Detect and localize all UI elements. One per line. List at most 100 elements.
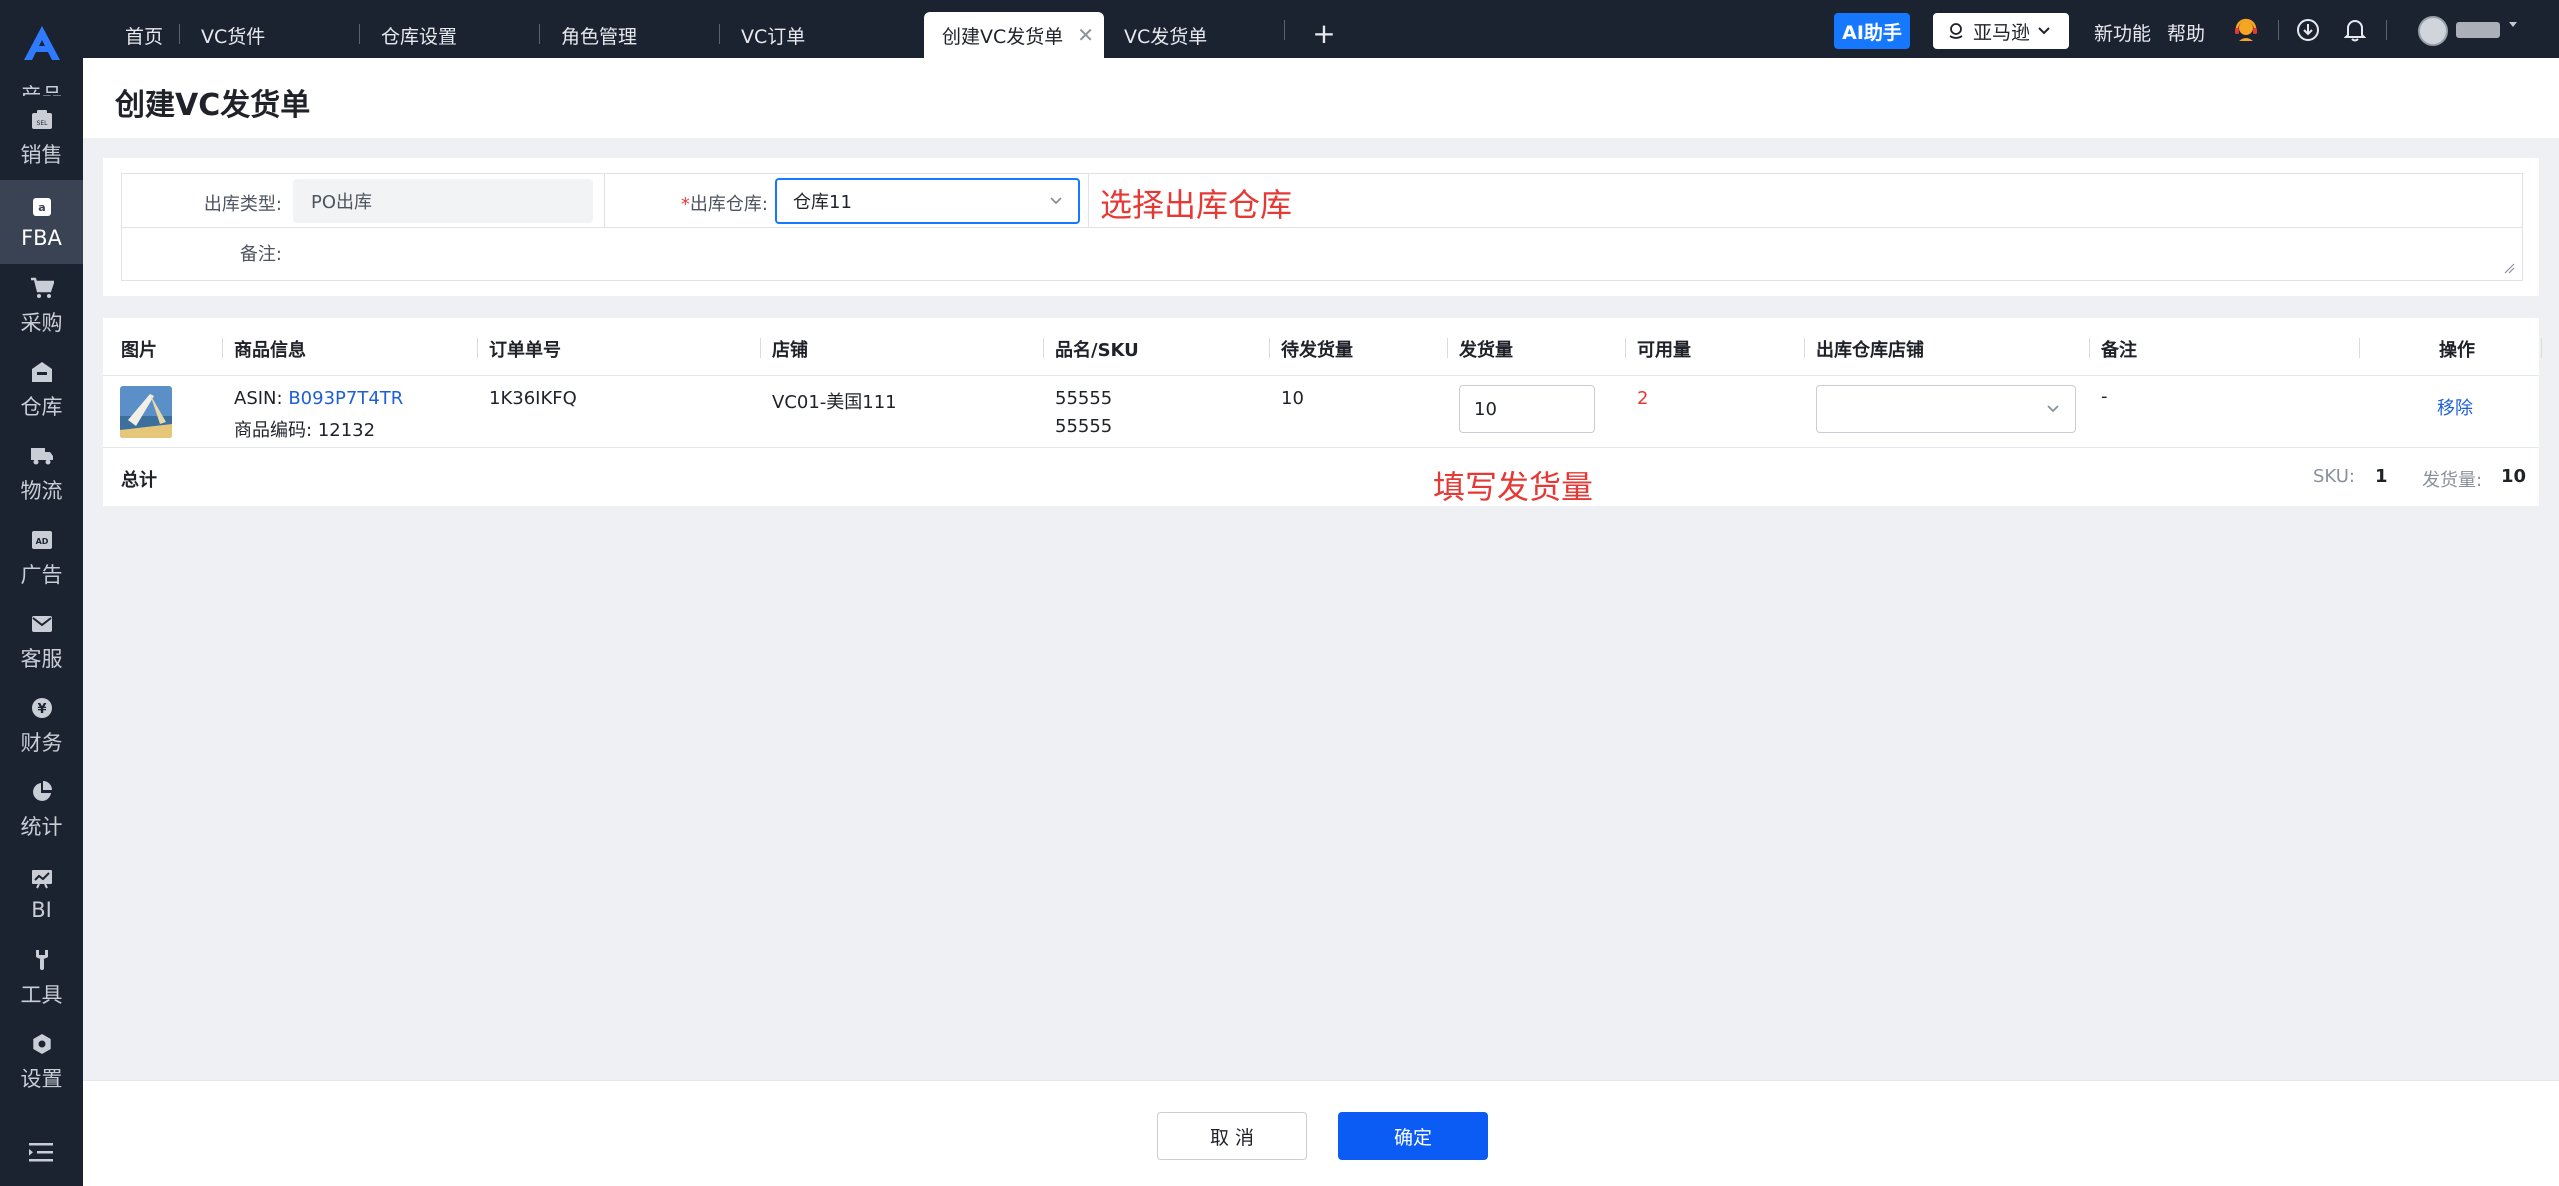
pending-qty-cell: 10 xyxy=(1281,388,1304,409)
col-store: 店铺 xyxy=(772,340,808,361)
sidebar-item-settings[interactable]: 设置 xyxy=(0,1020,83,1104)
column-divider xyxy=(1804,338,1805,358)
warehouse-icon xyxy=(29,359,55,385)
platform-select-value: 亚马逊 xyxy=(1973,21,2031,44)
sidebar-item-label: BI xyxy=(31,898,52,922)
col-image: 图片 xyxy=(121,340,157,361)
col-ship-qty: 发货量 xyxy=(1459,340,1513,361)
tab-label: VC货件 xyxy=(201,25,266,48)
out-type-value: PO出库 xyxy=(311,192,373,213)
available-qty-cell: 2 xyxy=(1637,388,1649,409)
platform-select[interactable]: 亚马逊 xyxy=(1933,13,2069,49)
tab-vc-shipment-orders[interactable]: VC发货单 xyxy=(1104,12,1284,58)
column-divider xyxy=(1447,338,1448,358)
close-icon[interactable]: ✕ xyxy=(1077,23,1094,47)
tab-vc-shipment[interactable]: VC货件 xyxy=(179,12,359,58)
username-masked[interactable] xyxy=(2456,22,2500,38)
column-divider xyxy=(2359,338,2360,358)
truck-icon xyxy=(29,443,55,469)
sidebar-item-stats[interactable]: 统计 xyxy=(0,768,83,852)
tab-label: 首页 xyxy=(125,25,164,48)
ship-qty-input[interactable]: 10 xyxy=(1459,385,1595,433)
sidebar-item-logistics[interactable]: 物流 xyxy=(0,432,83,516)
form-grid: 出库类型: PO出库 *出库仓库: 仓库11 选择出库仓库 备注: xyxy=(121,173,2523,281)
order-no-cell: 1K36IKFQ xyxy=(489,388,577,409)
column-divider xyxy=(477,338,478,358)
asin-label: ASIN: xyxy=(234,388,283,409)
sidebar-item-purchase[interactable]: 采购 xyxy=(0,264,83,348)
sidebar-item-tools[interactable]: 工具 xyxy=(0,936,83,1020)
sidebar-item-label: FBA xyxy=(21,226,62,250)
settings-icon xyxy=(29,1031,55,1057)
cancel-button[interactable]: 取 消 xyxy=(1157,1112,1307,1160)
support-icon[interactable] xyxy=(2232,16,2260,44)
pie-chart-icon xyxy=(29,779,55,805)
tab-create-vc-shipment-order[interactable]: 创建VC发货单 ✕ xyxy=(924,12,1104,58)
bell-icon[interactable] xyxy=(2341,16,2369,44)
column-divider xyxy=(760,338,761,358)
new-features-link[interactable]: 新功能 xyxy=(2094,19,2151,46)
column-divider xyxy=(222,338,223,358)
sidebar-item-label: 客服 xyxy=(20,647,63,671)
required-mark: * xyxy=(680,194,690,215)
sidebar-item-label: 物流 xyxy=(20,479,63,503)
app-logo[interactable] xyxy=(20,22,64,64)
sidebar-item-finance[interactable]: ¥ 财务 xyxy=(0,684,83,768)
sales-icon: SEL xyxy=(29,107,55,133)
sku-count-label: SKU: xyxy=(2313,466,2355,487)
sidebar-item-warehouse[interactable]: 仓库 xyxy=(0,348,83,432)
page-header: 创建VC发货单 xyxy=(83,58,2559,138)
column-divider xyxy=(2541,338,2542,358)
svg-text:¥: ¥ xyxy=(37,702,46,717)
out-warehouse-store-select[interactable] xyxy=(1816,385,2076,433)
warehouse-select[interactable]: 仓库11 xyxy=(775,178,1080,224)
chevron-down-icon xyxy=(2038,27,2050,35)
chevron-down-icon xyxy=(2047,405,2059,413)
sidebar-item-product[interactable]: 产品 xyxy=(0,70,83,96)
table-header: 图片 商品信息 订单单号 店铺 品名/SKU 待发货量 发货量 可用量 出库仓库… xyxy=(103,318,2542,376)
avatar[interactable] xyxy=(2418,16,2448,46)
sidebar-item-sales[interactable]: SEL 销售 xyxy=(0,96,83,180)
product-thumbnail[interactable] xyxy=(120,386,172,438)
shipment-form: 出库类型: PO出库 *出库仓库: 仓库11 选择出库仓库 备注: xyxy=(103,158,2539,296)
svg-text:AD: AD xyxy=(35,537,48,546)
tab-vc-orders[interactable]: VC订单 xyxy=(719,12,899,58)
annotation-select-warehouse: 选择出库仓库 xyxy=(1100,186,1293,224)
col-product-info: 商品信息 xyxy=(234,340,306,361)
column-divider xyxy=(1043,338,1044,358)
tab-label: 创建VC发货单 xyxy=(942,25,1064,48)
download-icon[interactable] xyxy=(2294,16,2322,44)
sidebar-item-label: 设置 xyxy=(20,1067,63,1091)
warehouse-label: 出库仓库: xyxy=(689,194,768,215)
sku-cell: 55555 xyxy=(1055,416,1113,437)
chevron-down-icon[interactable] xyxy=(2508,21,2518,29)
total-label: 总计 xyxy=(121,470,157,491)
asin-link[interactable]: B093P7T4TR xyxy=(288,388,403,409)
sku-count-value: 1 xyxy=(2375,466,2388,487)
tab-divider xyxy=(179,24,180,44)
product-name-cell: 55555 xyxy=(1055,388,1113,409)
tab-role-management[interactable]: 角色管理 xyxy=(539,12,719,58)
sidebar-item-service[interactable]: 客服 xyxy=(0,600,83,684)
sidebar-item-label: 广告 xyxy=(20,563,63,587)
remove-button[interactable]: 移除 xyxy=(2437,394,2473,420)
svg-text:a: a xyxy=(38,201,45,214)
out-type-field: PO出库 xyxy=(293,179,593,223)
warehouse-select-value: 仓库11 xyxy=(793,192,852,213)
tab-home[interactable]: 首页 xyxy=(83,12,179,58)
add-tab-icon[interactable]: + xyxy=(1309,16,1339,50)
toolbar-divider xyxy=(2278,20,2279,40)
tab-warehouse-settings[interactable]: 仓库设置 xyxy=(359,12,539,58)
col-name-sku: 品名/SKU xyxy=(1055,340,1139,361)
resize-handle-icon[interactable] xyxy=(2503,262,2515,274)
remark-textarea[interactable] xyxy=(293,228,2521,278)
sidebar-item-bi[interactable]: BI xyxy=(0,852,83,936)
help-link[interactable]: 帮助 xyxy=(2167,19,2205,46)
ai-assistant-button[interactable]: AI助手 xyxy=(1834,13,1910,49)
sidebar-item-ads[interactable]: AD 广告 xyxy=(0,516,83,600)
sidebar-item-fba[interactable]: a FBA xyxy=(0,180,83,264)
confirm-button[interactable]: 确定 xyxy=(1338,1112,1488,1160)
tab-divider xyxy=(719,24,720,44)
collapse-menu-icon[interactable] xyxy=(26,1138,56,1168)
col-pending-qty: 待发货量 xyxy=(1281,340,1353,361)
